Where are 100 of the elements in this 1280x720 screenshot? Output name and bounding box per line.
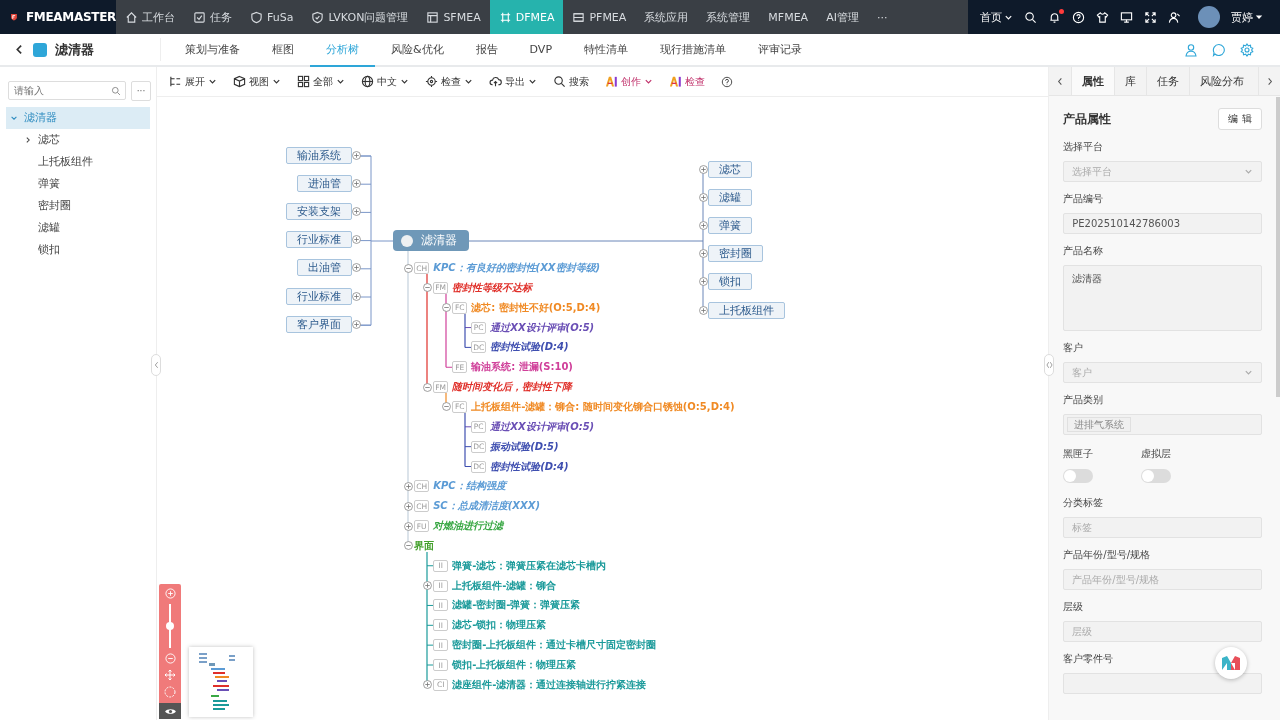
edit-button[interactable]: 编 辑	[1218, 108, 1262, 130]
nav-tab[interactable]: 系统应用	[635, 0, 698, 34]
page-tab[interactable]: 现行措施清单	[644, 34, 742, 67]
toolbar-button[interactable]: 展开	[169, 74, 218, 89]
expand-toggle[interactable]	[698, 249, 708, 259]
map-node[interactable]: 滤芯	[707, 160, 752, 178]
expand-toggle[interactable]	[441, 303, 451, 313]
nav-tab[interactable]: AI管理	[817, 0, 868, 34]
node-text[interactable]: 通过XX设计评审(O:5)	[490, 419, 595, 434]
toolbar-button[interactable]: 创作	[605, 74, 654, 89]
toolbar-button[interactable]: 导出	[489, 74, 538, 89]
expand-toggle[interactable]	[352, 178, 362, 188]
zoom-slider-thumb[interactable]	[166, 622, 175, 630]
page-tab[interactable]: 特性清单	[568, 34, 644, 67]
toggle-switch[interactable]	[1063, 469, 1094, 483]
node-text[interactable]: 上托板组件-滤罐：铆合	[452, 578, 557, 593]
expand-toggle[interactable]	[403, 541, 413, 551]
map-node[interactable]: 安装支架	[286, 202, 353, 220]
toolbar-button[interactable]: 中文	[361, 74, 410, 89]
page-tab[interactable]: DVP	[513, 34, 568, 67]
zoom-out-icon[interactable]	[164, 653, 176, 664]
nav-tab[interactable]: SFMEA	[417, 0, 490, 34]
minimap[interactable]	[189, 647, 254, 717]
node-text[interactable]: 滤座组件-滤清器：通过连接轴进行拧紧连接	[452, 677, 647, 692]
eye-icon[interactable]	[163, 706, 177, 716]
map-node[interactable]: 滤罐	[707, 188, 752, 206]
map-node[interactable]: 上托板组件	[707, 301, 785, 319]
toolbar-button[interactable]: 检查	[669, 74, 706, 89]
user-icon[interactable]	[1168, 10, 1181, 24]
expand-toggle[interactable]	[352, 206, 362, 216]
node-text[interactable]: 锁扣-上托板组件：物理压紧	[452, 658, 577, 672]
expand-toggle[interactable]	[403, 481, 413, 491]
expand-toggle[interactable]	[352, 150, 362, 160]
settings-icon[interactable]	[1240, 42, 1254, 57]
assistant-button[interactable]	[1215, 647, 1248, 679]
nav-tab[interactable]: FuSa	[241, 0, 303, 34]
page-tab[interactable]: 报告	[459, 34, 514, 67]
expand-toggle[interactable]	[352, 319, 362, 329]
nav-tab[interactable]: 工作台	[116, 0, 184, 34]
expand-toggle[interactable]	[352, 291, 362, 301]
node-text[interactable]: 弹簧-滤芯：弹簧压紧在滤芯卡槽内	[452, 558, 607, 573]
map-node[interactable]: 弹簧	[707, 216, 752, 234]
page-tab[interactable]: 策划与准备	[169, 34, 256, 67]
expand-toggle[interactable]	[698, 192, 708, 202]
node-text[interactable]: 振动试验(D:5)	[490, 439, 559, 454]
tree-item[interactable]: 滤罐	[6, 217, 150, 239]
node-text[interactable]: 密封性试验(D:4)	[490, 340, 569, 355]
node-text[interactable]: 通过XX设计评审(O:5)	[490, 320, 595, 335]
map-node[interactable]: 密封圈	[707, 245, 763, 263]
tree-item[interactable]: 上托板组件	[6, 151, 150, 173]
node-text[interactable]: 密封圈-上托板组件：通过卡槽尺寸固定密封圈	[452, 638, 657, 653]
nav-tab[interactable]: 系统管理	[697, 0, 760, 34]
search-icon[interactable]	[1024, 10, 1037, 24]
expand-toggle[interactable]	[698, 277, 708, 287]
shirt-icon[interactable]	[1096, 10, 1109, 24]
map-node[interactable]: 锁扣	[707, 273, 752, 291]
home-menu[interactable]: 首页	[980, 9, 1013, 25]
tree-item[interactable]: 锁扣	[6, 239, 150, 261]
node-text[interactable]: 随时间变化后，密封性下降	[452, 380, 573, 395]
expand-toggle[interactable]	[422, 581, 432, 591]
nav-tab[interactable]: PFMEA	[563, 0, 636, 34]
expand-toggle[interactable]	[422, 680, 432, 690]
nav-tab[interactable]: MFMEA	[759, 0, 818, 34]
expand-toggle[interactable]	[403, 521, 413, 531]
expand-toggle[interactable]	[422, 283, 432, 293]
collapse-handle[interactable]	[151, 354, 162, 376]
node-text[interactable]: 滤芯-锁扣：物理压紧	[452, 618, 547, 633]
panel-tab[interactable]: 属性	[1071, 67, 1115, 95]
expand-toggle[interactable]	[352, 263, 362, 273]
page-tab[interactable]: 框图	[256, 34, 310, 67]
toolbar-button[interactable]: 视图	[233, 74, 282, 89]
input-field[interactable]	[1063, 673, 1262, 694]
toggle-switch[interactable]	[1141, 469, 1172, 483]
expand-toggle[interactable]	[403, 263, 413, 273]
move-icon[interactable]	[164, 669, 177, 681]
expand-toggle[interactable]	[403, 501, 413, 511]
search-field[interactable]: 请输入	[8, 81, 126, 100]
page-tab[interactable]: 风险&优化	[375, 34, 460, 67]
text-area[interactable]: 滤清器	[1063, 265, 1262, 331]
toolbar-button[interactable]: 全部	[297, 74, 346, 89]
expand-toggle[interactable]	[698, 305, 708, 315]
fullscreen-icon[interactable]	[1144, 10, 1157, 24]
monitor-icon[interactable]	[1120, 10, 1133, 24]
expand-toggle[interactable]	[422, 382, 432, 392]
more-button[interactable]: ···	[131, 81, 151, 101]
node-text[interactable]: 密封性试验(D:4)	[490, 459, 569, 474]
map-node[interactable]: 客户界面	[286, 315, 353, 333]
bell-icon[interactable]	[1048, 10, 1061, 24]
toolbar-button[interactable]: 检查	[425, 74, 474, 89]
avatar[interactable]	[1198, 6, 1220, 28]
fit-icon[interactable]	[164, 686, 177, 698]
map-node[interactable]: 行业标准	[286, 287, 353, 305]
expand-toggle[interactable]	[352, 235, 362, 245]
nav-tab[interactable]: 任务	[184, 0, 241, 34]
toolbar-button[interactable]: 搜索	[553, 74, 590, 89]
node-text[interactable]: 密封性等级不达标	[452, 280, 533, 295]
chat-icon[interactable]	[1212, 42, 1226, 57]
scrollbar[interactable]	[1276, 97, 1280, 397]
tree-item[interactable]: 滤芯	[6, 129, 150, 151]
user-menu[interactable]: 贾婷	[1231, 9, 1263, 25]
